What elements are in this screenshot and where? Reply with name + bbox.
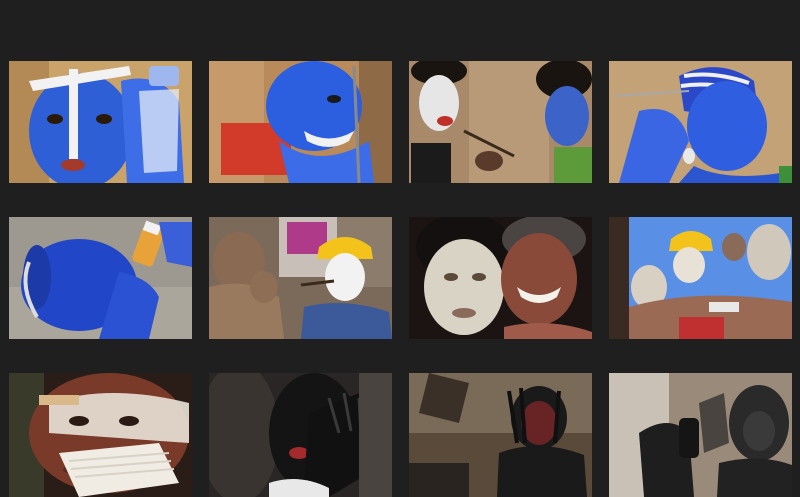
yellow-helmet-street-photo[interactable] xyxy=(209,217,392,339)
black-painted-two-photo[interactable] xyxy=(609,373,792,497)
helmet-crowd-sky-photo[interactable] xyxy=(609,217,792,339)
white-painted-embrace-photo[interactable] xyxy=(409,217,592,339)
blue-head-drinking-photo[interactable] xyxy=(9,217,192,339)
blue-painted-smile-photo[interactable] xyxy=(209,61,392,183)
blue-painted-face-photo[interactable] xyxy=(9,61,192,183)
face-painting-pair-photo[interactable] xyxy=(409,61,592,183)
black-painted-figure-photo[interactable] xyxy=(409,373,592,497)
blue-hair-profile-photo[interactable] xyxy=(609,61,792,183)
black-painted-hand-photo[interactable] xyxy=(209,373,392,497)
white-brush-face-photo[interactable] xyxy=(9,373,192,497)
photo-gallery xyxy=(0,0,800,497)
